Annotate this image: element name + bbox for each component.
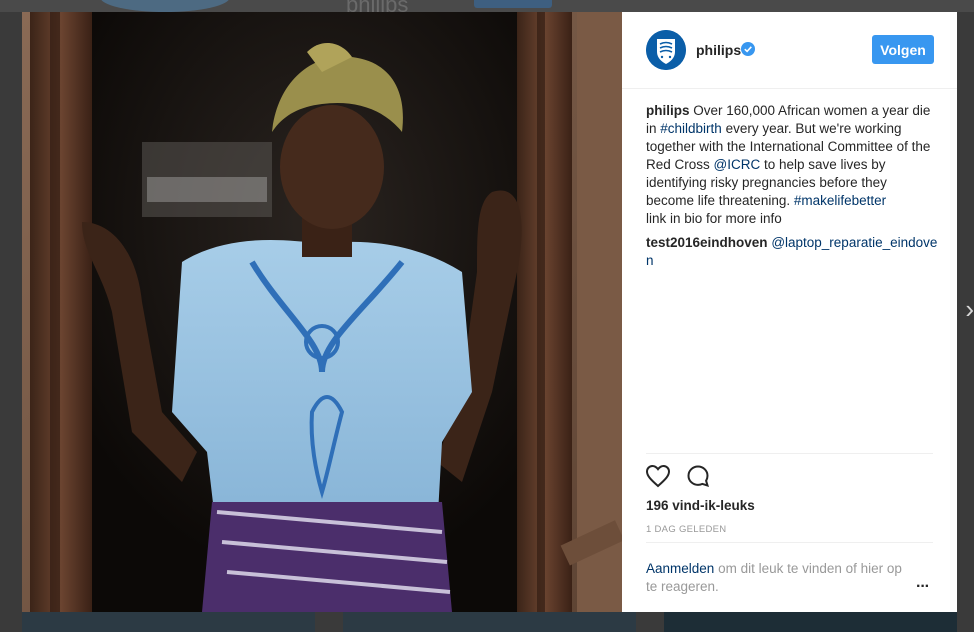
hashtag-makelifebetter[interactable]: #makelifebetter [794, 193, 886, 208]
comment-item: test2016eindhoven @laptop_reparatie_eind… [646, 234, 938, 270]
hashtag-childbirth[interactable]: #childbirth [660, 121, 722, 136]
login-prompt: Aanmelden om dit leuk te vinden of hier … [646, 560, 906, 596]
background-follow-button [474, 0, 552, 8]
background-avatar [100, 0, 230, 12]
caption-extra-line: link in bio for more info [646, 211, 782, 226]
background-thumbnail [343, 612, 636, 632]
more-options-icon[interactable]: ··· [916, 578, 930, 596]
mention-icrc[interactable]: @ICRC [714, 157, 761, 172]
philips-avatar[interactable] [646, 30, 686, 70]
verified-badge-icon [741, 42, 755, 56]
post-side-panel: philips Volgen philips Over 160,000 Afri… [622, 12, 957, 612]
philips-shield-logo-icon [646, 30, 686, 70]
post-caption: philips Over 160,000 African women a yea… [646, 102, 938, 210]
comment-username[interactable]: test2016eindhoven [646, 235, 768, 250]
heart-icon[interactable] [645, 464, 671, 488]
post-header: philips Volgen [622, 12, 957, 89]
background-page-header: philips [0, 0, 974, 17]
like-count[interactable]: 196 vind-ik-leuks [646, 498, 755, 513]
login-link[interactable]: Aanmelden [646, 561, 714, 576]
footer-divider [646, 542, 933, 543]
follow-button[interactable]: Volgen [872, 35, 934, 64]
background-thumbnail [664, 612, 957, 632]
caption-username[interactable]: philips [646, 103, 690, 118]
post-timestamp[interactable]: 1 DAG GELEDEN [646, 524, 726, 535]
comments-section: philips Over 160,000 African women a yea… [646, 102, 938, 270]
next-post-chevron-right-icon[interactable]: › [965, 296, 974, 322]
comment-bubble-icon[interactable] [686, 464, 710, 488]
post-photo[interactable] [22, 12, 622, 612]
background-thumbnail [22, 612, 315, 632]
post-username[interactable]: philips [696, 42, 741, 58]
actions-divider [646, 453, 933, 455]
